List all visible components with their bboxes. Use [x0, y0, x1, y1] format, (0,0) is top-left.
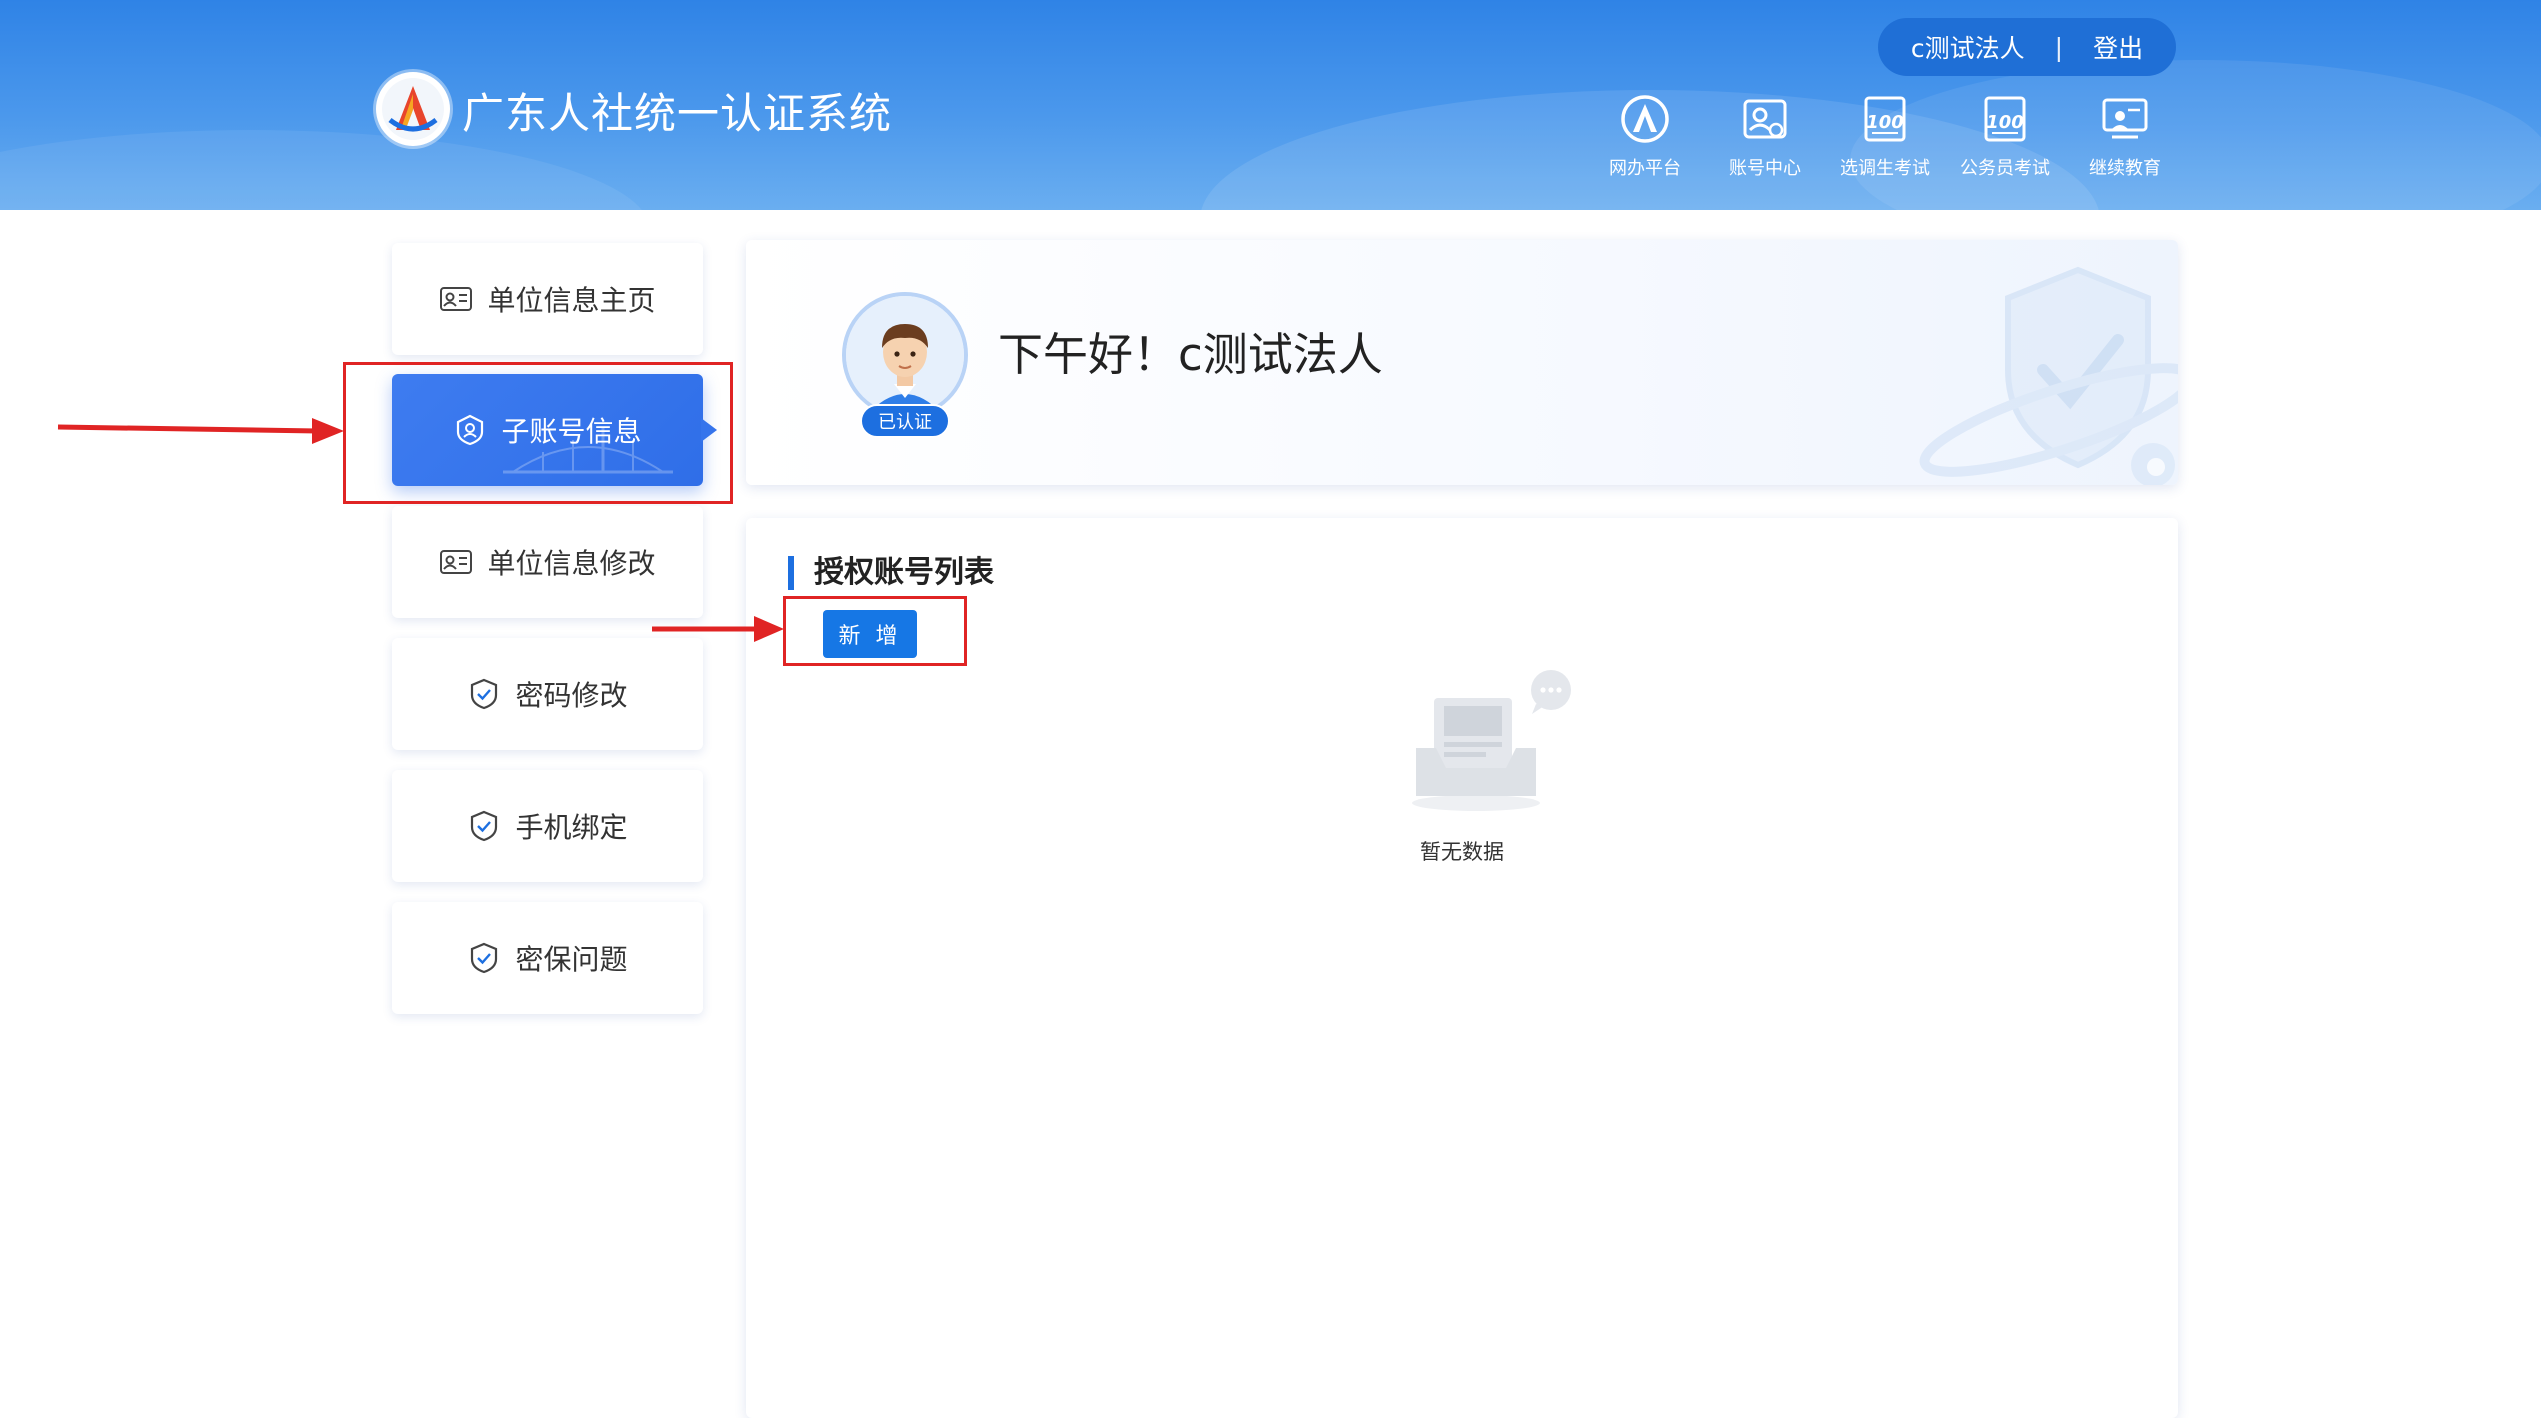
portal-icon	[1621, 95, 1669, 143]
sidebar-item-label: 单位信息修改	[487, 547, 656, 580]
verified-badge: 已认证	[860, 404, 950, 438]
site-title: 广东人社统一认证系统	[462, 89, 893, 138]
id-card-icon	[440, 287, 473, 311]
nav-item-portal[interactable]: 网办平台	[1585, 92, 1705, 180]
sidebar-item-label: 密码修改	[515, 679, 628, 712]
sidebar-item-unit-edit[interactable]: 单位信息修改	[392, 506, 703, 618]
education-icon	[2102, 98, 2148, 139]
header-nav: 网办平台 账号中心 100 选调生考试 100 公务员考试 继续教育	[1585, 92, 2185, 180]
nav-item-account-center[interactable]: 账号中心	[1705, 92, 1825, 180]
nav-item-label: 选调生考试	[1840, 158, 1930, 179]
empty-inbox-icon	[1412, 670, 1571, 811]
sidebar-item-password[interactable]: 密码修改	[392, 638, 703, 750]
avatar	[842, 292, 968, 418]
empty-state-text: 暂无数据	[1420, 840, 1504, 864]
sidebar-item-label: 手机绑定	[515, 811, 628, 844]
account-center-icon	[1743, 99, 1787, 139]
sidebar-item-label: 单位信息主页	[487, 284, 656, 317]
shield-check-icon	[471, 678, 498, 710]
shield-check-illustration	[1919, 266, 2178, 485]
user-bar-separator: |	[2054, 32, 2064, 62]
nav-item-label: 网办平台	[1609, 158, 1681, 179]
sidebar-item-label: 密保问题	[515, 943, 628, 976]
annotation-arrow	[652, 616, 784, 642]
annotation-box	[783, 596, 967, 666]
annotation-arrow	[57, 418, 344, 444]
annotation-box	[343, 362, 733, 504]
sidebar-item-unit-home[interactable]: 单位信息主页	[392, 243, 703, 355]
user-bar: c测试法人 | 登出	[1878, 18, 2176, 76]
top-header: 广东人社统一认证系统 c测试法人 | 登出 网办平台 账号中心 100 选调生考…	[0, 0, 2541, 210]
site-logo	[376, 72, 450, 146]
svg-text:100: 100	[1866, 112, 1904, 133]
shield-check-icon	[471, 942, 498, 974]
section-title: 授权账号列表	[788, 556, 994, 590]
nav-item-label: 账号中心	[1729, 158, 1801, 179]
user-name[interactable]: c测试法人	[1911, 29, 2025, 65]
header-cloud	[0, 130, 650, 210]
nav-item-education[interactable]: 继续教育	[2065, 92, 2185, 180]
sidebar-item-phone-binding[interactable]: 手机绑定	[392, 770, 703, 882]
nav-item-selection-exam[interactable]: 100 选调生考试	[1825, 92, 1945, 180]
welcome-card: 已认证 下午好！c测试法人	[746, 240, 2178, 485]
shield-check-icon	[471, 810, 498, 842]
id-card-icon	[440, 550, 473, 574]
exam-score-icon: 100	[1984, 96, 2026, 142]
sidebar-item-security-question[interactable]: 密保问题	[392, 902, 703, 1014]
greeting-text: 下午好！c测试法人	[998, 328, 1383, 381]
exam-score-icon: 100	[1864, 96, 1906, 142]
nav-item-civil-exam[interactable]: 100 公务员考试	[1945, 92, 2065, 180]
nav-item-label: 公务员考试	[1960, 158, 2050, 179]
svg-text:100: 100	[1986, 112, 2024, 133]
logout-link[interactable]: 登出	[2093, 29, 2143, 65]
nav-item-label: 继续教育	[2089, 158, 2161, 179]
